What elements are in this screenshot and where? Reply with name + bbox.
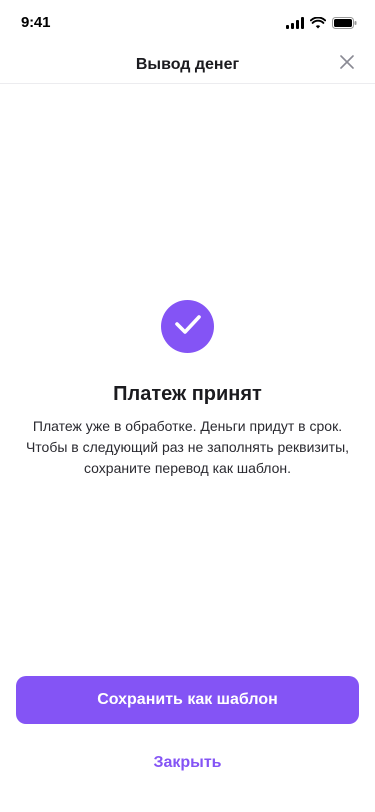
status-time: 9:41	[21, 14, 51, 31]
result-description: Платеж уже в обработке. Деньги придут в …	[16, 416, 359, 479]
checkmark-icon	[174, 313, 202, 340]
wifi-icon	[309, 16, 327, 34]
description-line: Платеж уже в обработке. Деньги придут в …	[32, 418, 343, 434]
description-line: Чтобы в следующий раз не заполнять рекви…	[25, 439, 350, 455]
close-button[interactable]	[337, 54, 357, 74]
success-badge	[161, 300, 214, 353]
nav-header: Вывод денег	[0, 44, 375, 84]
screen: 9:41 Вывод денег Платеж принят Платеж уж…	[0, 0, 375, 812]
status-icons	[286, 16, 357, 34]
close-icon	[340, 54, 354, 74]
close-link-button[interactable]: Закрыть	[0, 754, 375, 772]
result-title: Платеж принят	[113, 383, 262, 405]
battery-icon	[332, 16, 357, 34]
page-title: Вывод денег	[135, 56, 240, 73]
status-bar: 9:41	[0, 0, 375, 44]
save-template-button[interactable]: Сохранить как шаблон	[16, 676, 359, 724]
description-line: сохраните перевод как шаблон.	[84, 460, 291, 476]
cellular-signal-icon	[286, 16, 304, 34]
